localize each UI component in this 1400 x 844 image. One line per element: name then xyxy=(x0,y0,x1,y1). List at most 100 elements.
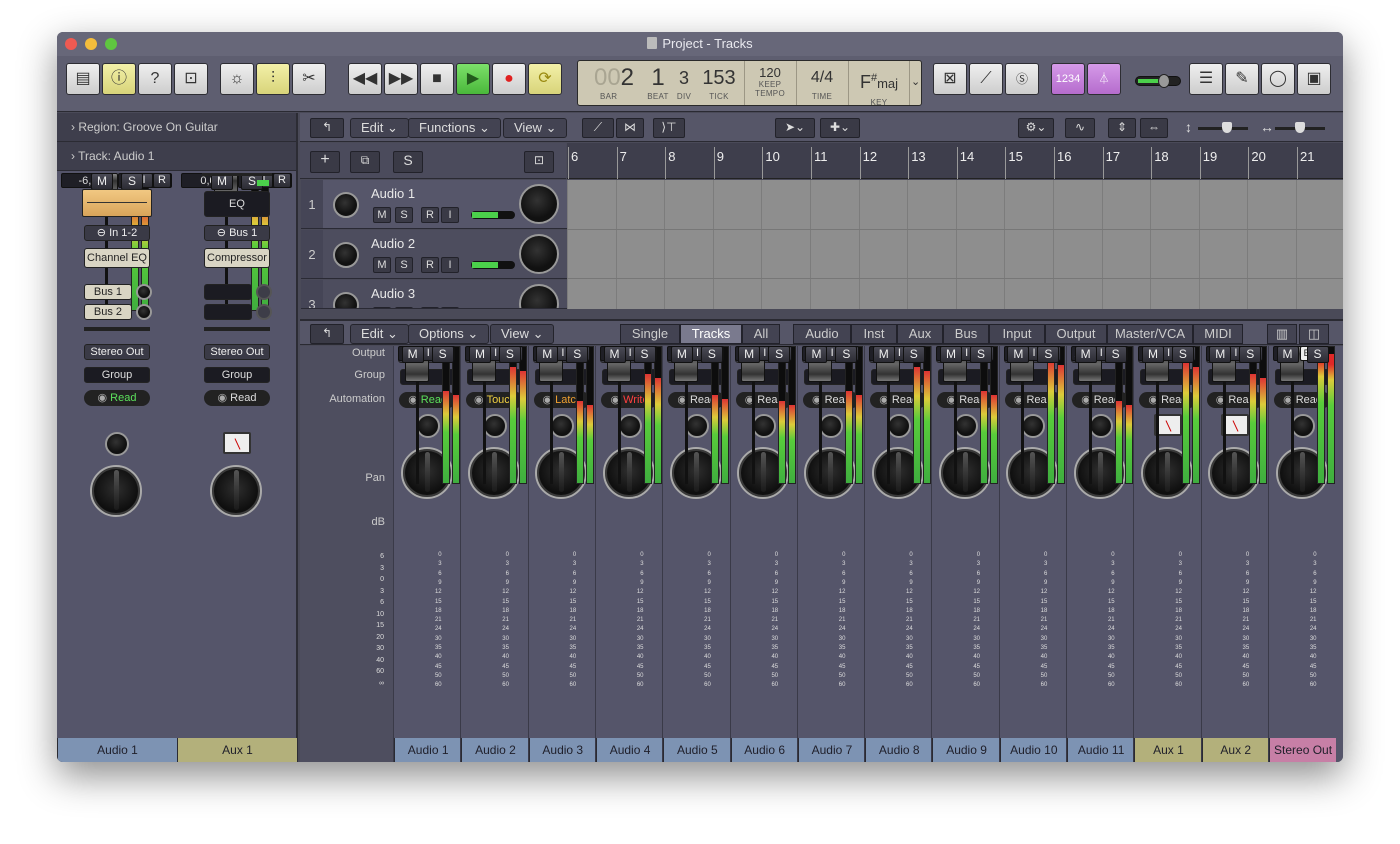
ruler[interactable]: 6 7 8 9 10 11 12 13 14 15 16 17 18 19 20 21 xyxy=(567,143,1343,179)
play-button[interactable]: ▶ xyxy=(456,63,490,95)
channel-name[interactable]: Aux 1 xyxy=(1134,738,1202,762)
metronome-button[interactable]: ⏃ xyxy=(1087,63,1121,95)
mute-button[interactable]: M xyxy=(1007,346,1030,363)
view-tab-single[interactable]: Single xyxy=(620,324,680,344)
solo-button[interactable]: S xyxy=(902,346,925,363)
mute-button[interactable]: M xyxy=(536,346,559,363)
solo-button[interactable]: S xyxy=(566,346,589,363)
input-monitor-icon[interactable] xyxy=(333,292,359,308)
track-s-button[interactable]: S xyxy=(395,257,413,273)
track-pan-knob[interactable] xyxy=(519,284,559,308)
track-m-button[interactable]: M xyxy=(373,307,391,308)
pointer-tool-menu[interactable]: ➤⌄ xyxy=(775,118,815,138)
mute-button[interactable]: M xyxy=(468,346,491,363)
mute-button[interactable]: M xyxy=(940,346,963,363)
tracks-edit-menu[interactable]: Edit ⌄ xyxy=(350,118,409,138)
horizontal-zoom-slider[interactable] xyxy=(1275,122,1325,133)
solo-button[interactable]: S xyxy=(1171,346,1194,363)
channel-name[interactable]: Aux 2 xyxy=(1201,738,1269,762)
channel-name[interactable]: Audio 5 xyxy=(663,738,731,762)
global-solo-button[interactable]: S xyxy=(393,151,423,173)
mute-button[interactable]: M xyxy=(91,173,113,190)
cycle-button[interactable]: ⟳ xyxy=(528,63,562,95)
double-layout-icon[interactable]: ◫ xyxy=(1299,324,1329,344)
channel-name[interactable]: Audio 3 xyxy=(528,738,596,762)
plugin-slot[interactable]: Compressor xyxy=(204,248,270,268)
filter-inst[interactable]: Inst xyxy=(851,324,897,344)
eq-display[interactable]: EQ xyxy=(204,191,270,217)
automation-mode-menu[interactable]: ◉ Read xyxy=(84,390,150,406)
browsers-button[interactable]: ▣ xyxy=(1297,63,1331,95)
input-monitor-icon[interactable] xyxy=(333,242,359,268)
settings-gear-icon[interactable]: ⚙⌄ xyxy=(1018,118,1054,138)
track-s-button[interactable]: S xyxy=(395,307,413,308)
vertical-fit-button[interactable]: ⇕ xyxy=(1108,118,1136,138)
filter-bus[interactable]: Bus xyxy=(943,324,989,344)
solo-button[interactable]: S xyxy=(121,173,143,190)
quick-help-button[interactable]: ? xyxy=(138,63,172,95)
mute-button[interactable]: M xyxy=(603,346,626,363)
mute-button[interactable]: M xyxy=(805,346,828,363)
send-level-knob[interactable] xyxy=(136,304,152,320)
horizontal-fit-button[interactable]: ⇔ xyxy=(1140,118,1168,138)
filter-output[interactable]: Output xyxy=(1045,324,1107,344)
view-tab-tracks[interactable]: Tracks xyxy=(680,324,742,344)
output-slot[interactable]: Stereo Out xyxy=(84,344,150,360)
send-level-knob[interactable] xyxy=(136,284,152,300)
lcd-menu-chevron-icon[interactable]: ⌄ xyxy=(911,75,920,88)
track-i-button[interactable]: I xyxy=(441,307,459,308)
solo-button[interactable]: S xyxy=(431,346,454,363)
channel-name[interactable]: Aux 1 xyxy=(177,738,297,762)
channel-name[interactable]: Audio 6 xyxy=(730,738,798,762)
mixer-button[interactable]: ⫶ xyxy=(256,63,290,95)
solo-button[interactable]: S xyxy=(498,346,521,363)
lcd-display[interactable]: 002 BAR 1 BEAT 3 DIV 153 TICK 120 KEEP TEMPO 4… xyxy=(577,60,922,107)
mute-button[interactable]: M xyxy=(1074,346,1097,363)
automation-mode-menu[interactable]: ◉ Read xyxy=(204,390,270,406)
channel-eq-thumbnail[interactable] xyxy=(82,189,152,217)
solo-button[interactable]: S xyxy=(633,346,656,363)
track-i-button[interactable]: I xyxy=(441,207,459,223)
input-knob[interactable] xyxy=(819,414,844,438)
track-s-button[interactable]: S xyxy=(395,207,413,223)
send-slot[interactable]: Bus 1 xyxy=(84,284,132,300)
record-enable-button[interactable]: R xyxy=(153,173,171,188)
channel-name[interactable]: Audio 1 xyxy=(57,738,177,762)
filter-audio[interactable]: Audio xyxy=(793,324,851,344)
automation-button[interactable]: ⟋ xyxy=(582,118,614,138)
rewind-button[interactable]: ◀◀ xyxy=(348,63,382,95)
solo-button[interactable]: S xyxy=(970,346,993,363)
channel-name[interactable]: Audio 10 xyxy=(999,738,1067,762)
count-in-button[interactable]: 1234 xyxy=(1051,63,1085,95)
mute-button[interactable]: M xyxy=(670,346,693,363)
mute-button[interactable]: M xyxy=(401,346,424,363)
vertical-zoom-slider[interactable] xyxy=(1198,122,1248,133)
tracks-back-button[interactable]: ↰ xyxy=(310,118,344,138)
solo-button[interactable]: S xyxy=(1037,346,1060,363)
send-slot[interactable]: Bus 2 xyxy=(84,304,132,320)
stop-button[interactable]: ■ xyxy=(420,63,454,95)
send-level-knob[interactable] xyxy=(256,304,272,320)
pencil-tool-menu[interactable]: ✚⌄ xyxy=(820,118,860,138)
input-knob[interactable] xyxy=(684,414,709,438)
mixer-back-button[interactable]: ↰ xyxy=(310,324,344,344)
fast-forward-button[interactable]: ▶▶ xyxy=(384,63,418,95)
input-knob[interactable] xyxy=(1088,414,1113,438)
channel-name[interactable]: Audio 4 xyxy=(595,738,664,762)
mute-button[interactable]: M xyxy=(1276,346,1299,363)
channel-name[interactable]: Audio 7 xyxy=(797,738,866,762)
solo-button[interactable]: S xyxy=(768,346,791,363)
solo-button[interactable]: S xyxy=(1239,346,1262,363)
replace-button[interactable]: ⊠ xyxy=(933,63,967,95)
mixer-options-menu[interactable]: Options ⌄ xyxy=(408,324,490,344)
waveform-zoom-button[interactable]: ∿ xyxy=(1065,118,1095,138)
smart-controls-button[interactable]: ☼ xyxy=(220,63,254,95)
master-volume-slider[interactable] xyxy=(1135,74,1181,88)
track-header[interactable]: 3 Audio 3 M S RI xyxy=(301,280,567,309)
track-m-button[interactable]: M xyxy=(373,207,391,223)
output-slot[interactable]: Stereo Out xyxy=(204,344,270,360)
track-i-button[interactable]: I xyxy=(441,257,459,273)
filter-master-vca[interactable]: Master/VCA xyxy=(1107,324,1193,344)
library-button[interactable]: ▤ xyxy=(66,63,100,95)
tuner-button[interactable]: ⟋ xyxy=(969,63,1003,95)
